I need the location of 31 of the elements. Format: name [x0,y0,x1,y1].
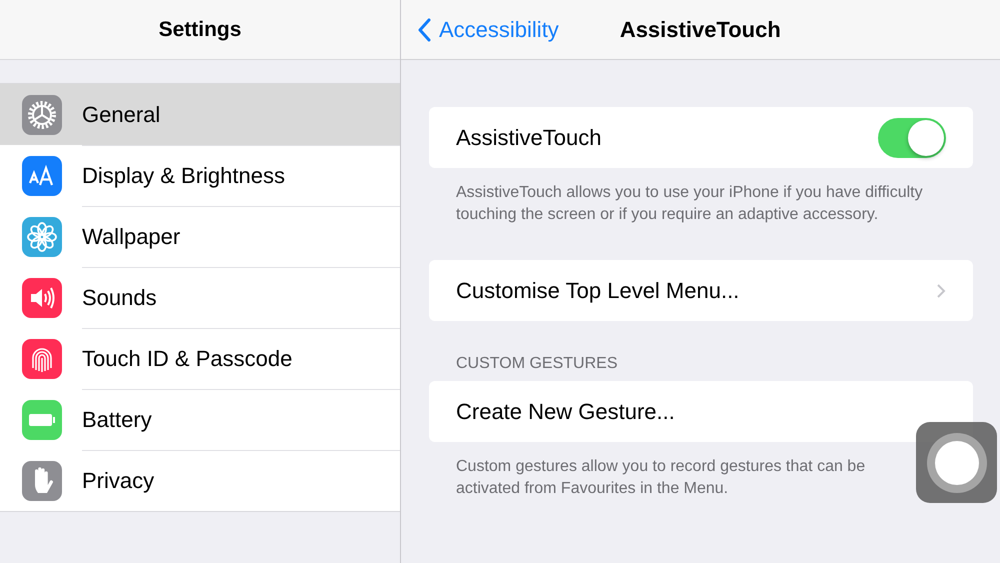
sidebar-item-label: General [82,102,160,128]
battery-icon [22,400,62,440]
back-chevron-icon [417,18,431,42]
section-footer: AssistiveTouch allows you to use your iPhone if you have difficulty touching the screen or if you require an adaptive accessory. [456,168,926,226]
sidebar-item-label: Wallpaper [82,224,180,250]
gear-icon [22,94,62,134]
back-button[interactable]: Accessibility [417,16,559,42]
sidebar-item-label: Sounds [82,284,157,310]
speaker-icon [22,278,62,318]
sidebar-item[interactable]: General [0,84,400,145]
sidebar-item-label: Privacy [82,468,154,494]
flower-icon [22,216,62,256]
sidebar-title: Settings [158,18,242,42]
fingerprint-icon [22,338,62,378]
chevron-icon [936,282,946,298]
sidebar-item-label: Battery [82,406,152,432]
section-header: CUSTOM GESTURES [455,355,618,374]
text-size-icon [22,156,62,196]
toggle-switch[interactable] [878,118,946,158]
hand-icon [22,460,62,500]
settings-row[interactable]: Create New Gesture... [429,381,973,442]
settings-row[interactable]: Customise Top Level Menu... [429,260,973,321]
row-label: AssistiveTouch [456,124,602,150]
section-footer: Custom gestures allow you to record gestures that can be activated from Favourites in the Menu. [456,442,926,500]
sidebar-item-label: Touch ID & Passcode [82,346,292,372]
sidebar-item-label: Display & Brightness [82,162,285,188]
assistive-touch-button[interactable] [916,422,997,503]
row-label: Create New Gesture... [456,398,675,424]
page-title: AssistiveTouch [620,16,781,42]
settings-row[interactable]: AssistiveTouch [429,107,973,168]
row-label: Customise Top Level Menu... [456,278,740,304]
